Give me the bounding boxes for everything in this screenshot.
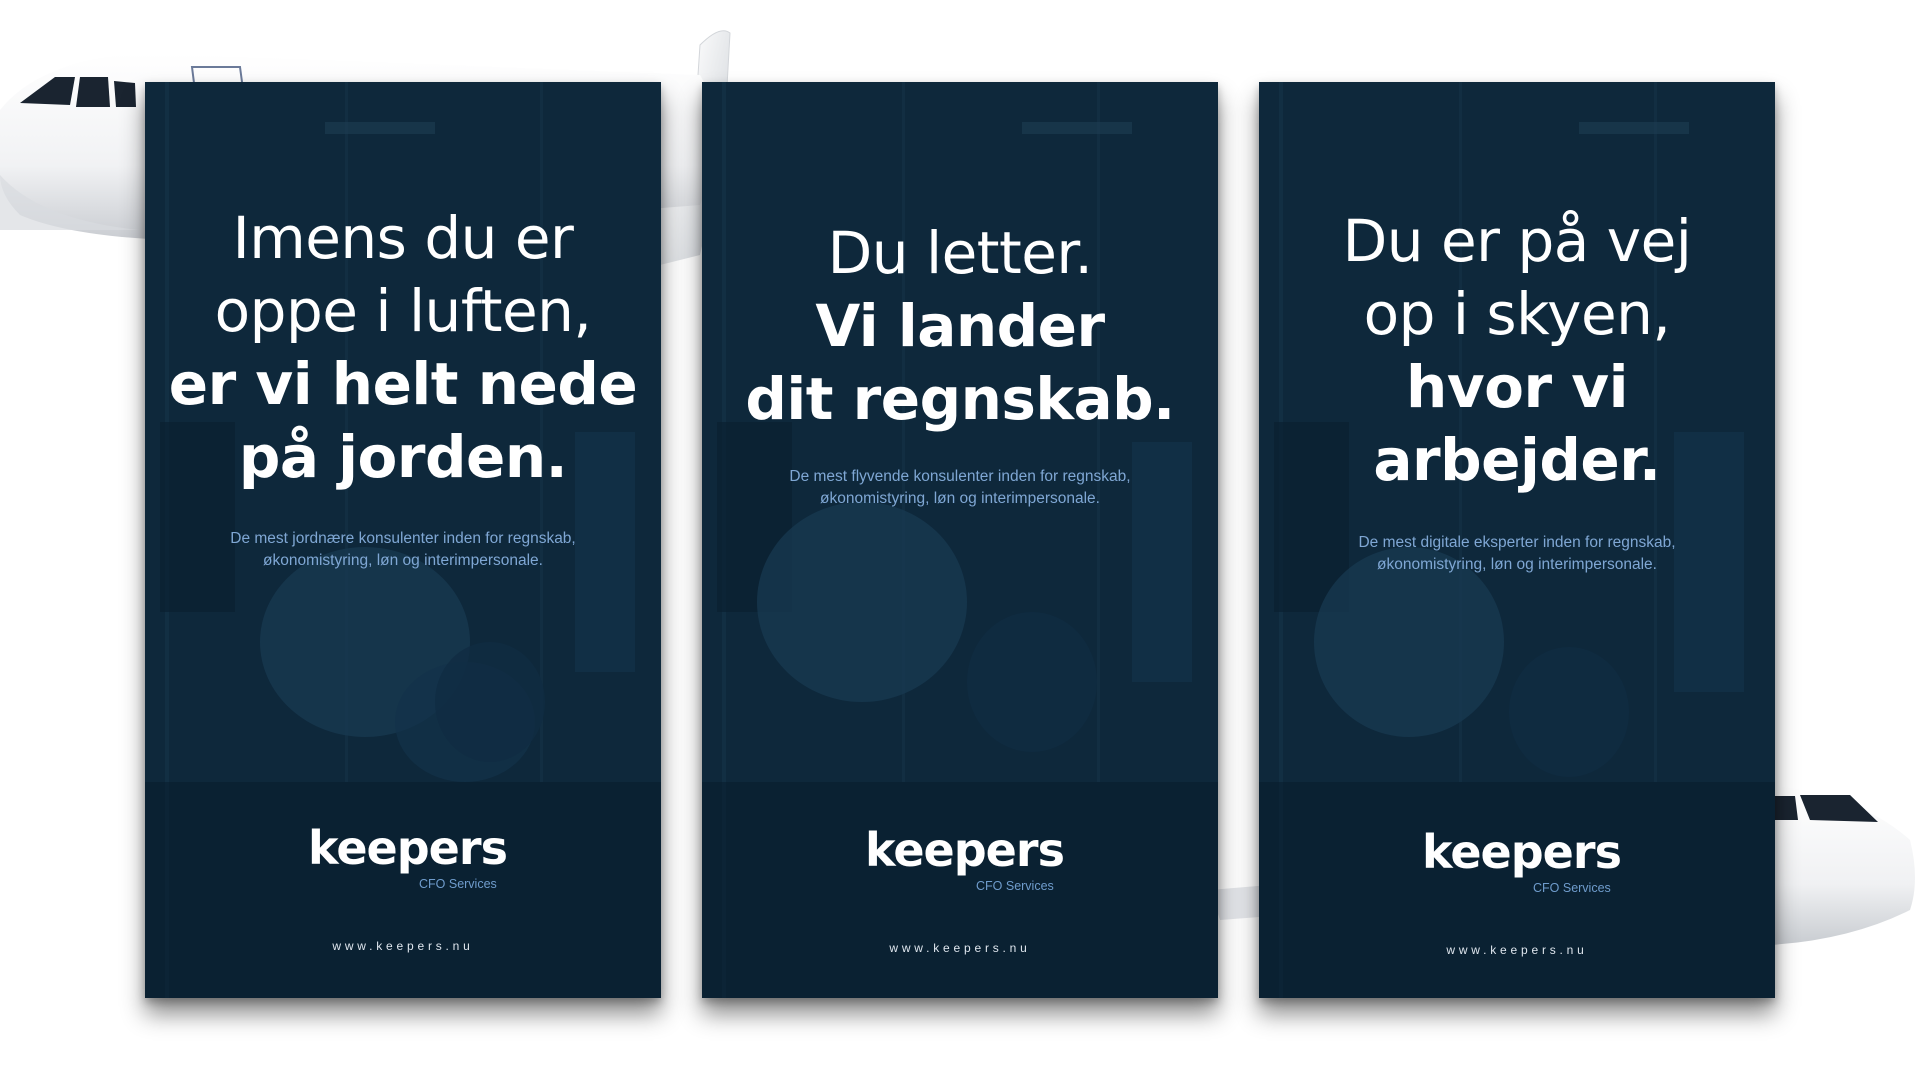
subtext-line: De mest digitale eksperter inden for reg… — [1358, 534, 1676, 551]
poster-3: Du er på vej op i skyen, hvor vi arbejde… — [1259, 82, 1775, 998]
keepers-logo: keepers CFO Services — [145, 824, 661, 904]
poster-headline: Imens du er oppe i luften, er vi helt ne… — [145, 202, 661, 494]
poster-subtext: De mest flyvende konsulenter inden for r… — [702, 466, 1218, 510]
subtext-line: De mest flyvende konsulenter inden for r… — [789, 468, 1131, 485]
website-url: www.keepers.nu — [1446, 943, 1588, 957]
poster-subtext: De mest jordnære konsulenter inden for r… — [145, 528, 661, 572]
logo-subtitle: CFO Services — [419, 877, 497, 891]
poster-headline: Du letter. Vi lander dit regnskab. — [702, 217, 1218, 436]
headline-line: Du er på vej — [1342, 207, 1692, 275]
keepers-wordmark: keepers — [1422, 828, 1622, 879]
headline-line-bold: er vi helt nede — [168, 350, 638, 418]
headline-line-bold: Vi lander — [815, 292, 1105, 360]
logo-subtitle: CFO Services — [1533, 881, 1611, 895]
website-url: www.keepers.nu — [889, 941, 1031, 955]
logo-subtitle: CFO Services — [976, 879, 1054, 893]
keepers-wordmark-text: keepers — [308, 824, 507, 875]
keepers-logo: keepers CFO Services — [702, 826, 1218, 906]
keepers-wordmark-text: keepers — [1422, 828, 1621, 879]
subtext-line: økonomistyring, løn og interimpersonale. — [820, 490, 1100, 507]
poster-headline: Du er på vej op i skyen, hvor vi arbejde… — [1259, 205, 1775, 497]
headline-line-bold: arbejder. — [1373, 426, 1661, 494]
poster-1: Imens du er oppe i luften, er vi helt ne… — [145, 82, 661, 998]
website-url: www.keepers.nu — [332, 939, 474, 953]
subtext-line: økonomistyring, løn og interimpersonale. — [1377, 556, 1657, 573]
headline-line: Du letter. — [827, 219, 1093, 287]
keepers-wordmark-text: keepers — [865, 826, 1064, 877]
poster-2: Du letter. Vi lander dit regnskab. De me… — [702, 82, 1218, 998]
subtext-line: De mest jordnære konsulenter inden for r… — [230, 530, 576, 547]
headline-line: op i skyen, — [1363, 280, 1671, 348]
poster-subtext: De mest digitale eksperter inden for reg… — [1259, 532, 1775, 576]
headline-line: oppe i luften, — [214, 277, 592, 345]
keepers-wordmark: keepers — [308, 824, 508, 875]
headline-line-bold: dit regnskab. — [745, 365, 1175, 433]
mockup-stage: Imens du er oppe i luften, er vi helt ne… — [0, 0, 1920, 1080]
headline-line: Imens du er — [232, 204, 574, 272]
headline-line-bold: på jorden. — [238, 423, 568, 491]
headline-line-bold: hvor vi — [1406, 353, 1628, 421]
keepers-wordmark: keepers — [865, 826, 1065, 877]
subtext-line: økonomistyring, løn og interimpersonale. — [263, 552, 543, 569]
keepers-logo: keepers CFO Services — [1259, 828, 1775, 908]
